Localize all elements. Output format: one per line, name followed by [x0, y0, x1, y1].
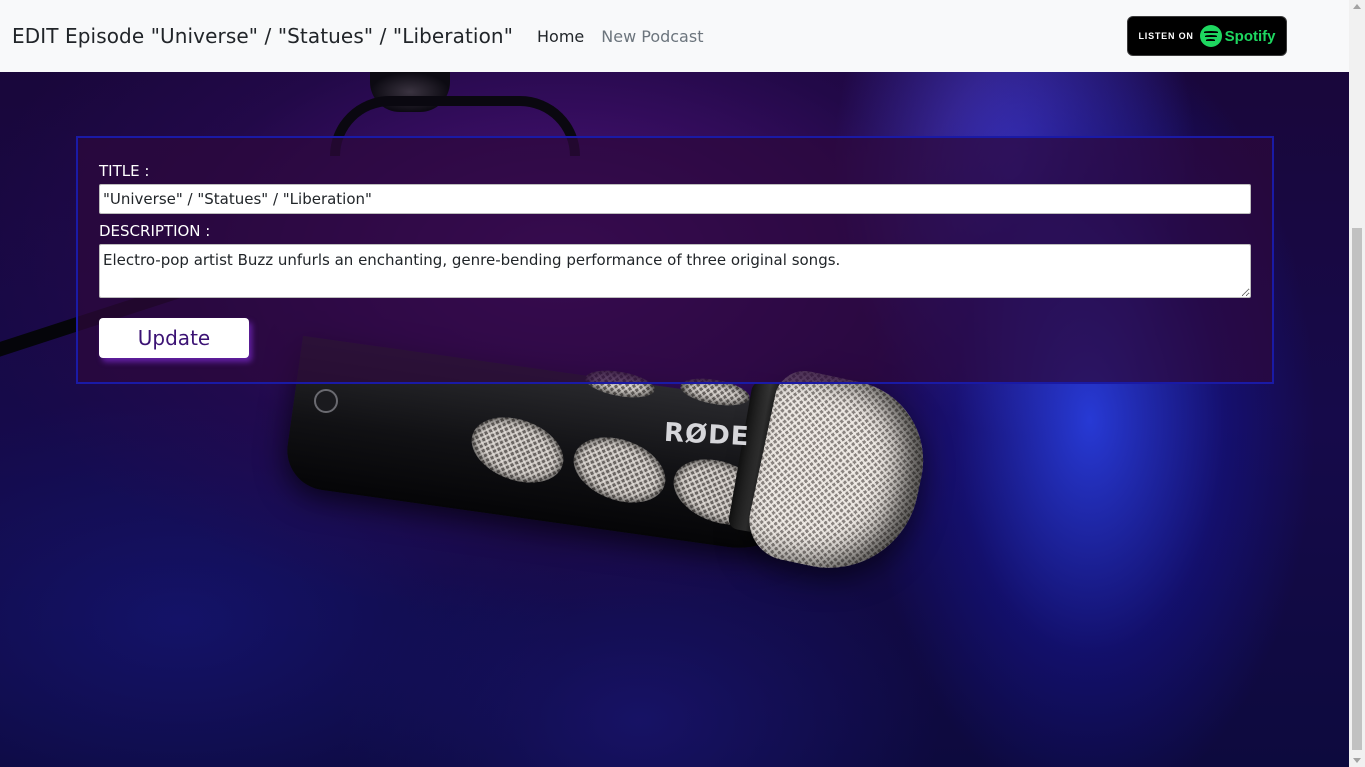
spotify-logo-icon [1199, 25, 1222, 47]
description-label: DESCRIPTION : [99, 222, 211, 240]
mic-logo: RØDE [663, 417, 751, 453]
update-button[interactable]: Update [99, 318, 249, 358]
title-input[interactable] [99, 184, 1251, 214]
listen-on-spotify-button[interactable]: LISTEN ON Spotify [1127, 16, 1287, 56]
mic-knob [314, 389, 338, 413]
edit-episode-form: TITLE : DESCRIPTION : Electro-pop artist… [76, 136, 1274, 384]
title-label: TITLE : [99, 162, 150, 180]
page-scrollbar[interactable] [1349, 0, 1365, 767]
scroll-thumb[interactable] [1352, 228, 1362, 750]
nav-link-home[interactable]: Home [537, 27, 584, 46]
navbar: EDIT Episode "Universe" / "Statues" / "L… [0, 0, 1349, 72]
spotify-badge-prefix: LISTEN ON [1138, 31, 1194, 41]
nav-link-new-podcast[interactable]: New Podcast [601, 27, 703, 46]
spotify-wordmark: Spotify [1224, 27, 1276, 45]
scroll-up-arrow-icon[interactable] [1353, 4, 1361, 9]
description-textarea[interactable]: Electro-pop artist Buzz unfurls an encha… [99, 244, 1251, 298]
scroll-down-arrow-icon[interactable] [1353, 758, 1361, 763]
page-title: EDIT Episode "Universe" / "Statues" / "L… [12, 24, 513, 48]
